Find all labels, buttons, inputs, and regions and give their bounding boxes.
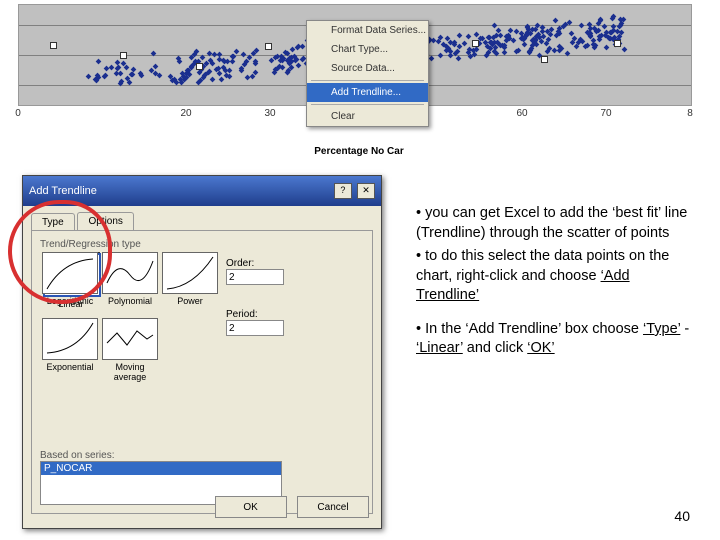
x-axis-label: Percentage No Car bbox=[18, 146, 700, 157]
tab-strip[interactable]: Type Options bbox=[23, 206, 381, 230]
menu-item[interactable]: Chart Type... bbox=[307, 40, 428, 59]
cancel-button[interactable]: Cancel bbox=[297, 496, 369, 518]
trend-type-grid: LinearLogarithmicPolynomialPowerExponent… bbox=[40, 250, 220, 392]
period-label: Period: bbox=[226, 309, 284, 320]
period-input[interactable] bbox=[226, 320, 284, 336]
instruction-text: • you can get Excel to add the ‘best fit… bbox=[416, 204, 692, 359]
menu-item[interactable]: Add Trendline... bbox=[307, 83, 428, 102]
context-menu[interactable]: Format Data Series...Chart Type...Source… bbox=[306, 20, 429, 127]
trend-type-power[interactable]: Power bbox=[162, 252, 218, 306]
ok-button[interactable]: OK bbox=[215, 496, 287, 518]
dialog-title: Add Trendline bbox=[29, 185, 97, 197]
tab-pane-type: Trend/Regression type LinearLogarithmicP… bbox=[31, 230, 373, 514]
series-item[interactable]: P_NOCAR bbox=[41, 462, 281, 475]
menu-item[interactable]: Format Data Series... bbox=[307, 21, 428, 40]
titlebar[interactable]: Add Trendline ? ✕ bbox=[23, 176, 381, 206]
order-label: Order: bbox=[226, 258, 284, 269]
trend-type-polynomial[interactable]: Polynomial bbox=[102, 252, 158, 306]
close-icon[interactable]: ✕ bbox=[357, 183, 375, 199]
order-input[interactable] bbox=[226, 269, 284, 285]
menu-item[interactable]: Clear bbox=[307, 107, 428, 126]
trend-type-logarithmic[interactable]: Logarithmic bbox=[42, 252, 98, 306]
tab-type[interactable]: Type bbox=[31, 213, 75, 231]
tab-options[interactable]: Options bbox=[77, 212, 133, 230]
trend-type-exponential[interactable]: Exponential bbox=[42, 318, 98, 382]
add-trendline-dialog: Add Trendline ? ✕ Type Options Trend/Reg… bbox=[22, 175, 382, 529]
page-number: 40 bbox=[674, 508, 690, 524]
menu-item[interactable]: Source Data... bbox=[307, 59, 428, 78]
group-label: Trend/Regression type bbox=[40, 239, 364, 250]
trend-type-moving-average[interactable]: Moving average bbox=[102, 318, 158, 382]
series-label: Based on series: bbox=[40, 450, 282, 461]
help-icon[interactable]: ? bbox=[334, 183, 352, 199]
